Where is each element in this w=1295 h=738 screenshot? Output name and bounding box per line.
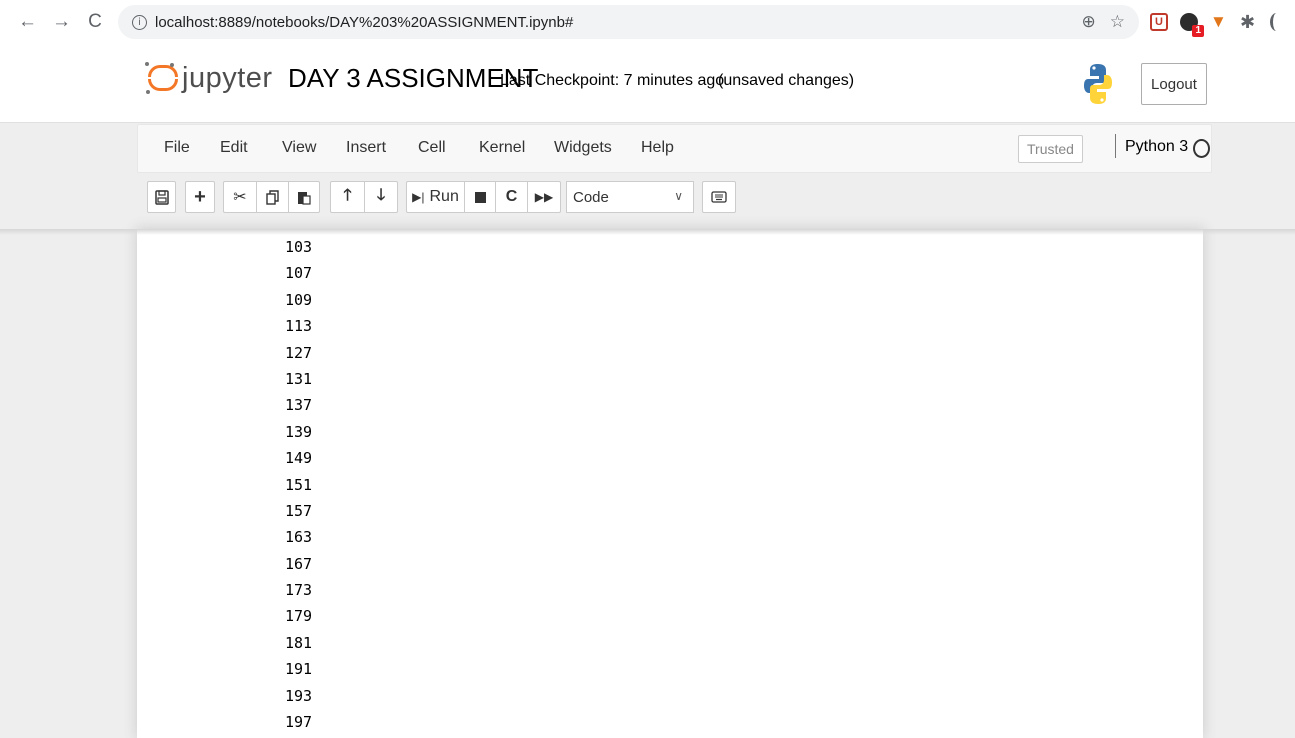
copy-cells-button[interactable]	[256, 181, 289, 213]
extensions-puzzle-icon[interactable]: ✱	[1240, 13, 1258, 31]
output-line: 167	[285, 554, 313, 573]
output-line: 113	[285, 317, 313, 336]
move-down-button[interactable]: 🡓	[364, 181, 398, 213]
cell-type-select[interactable]: Code ∨	[566, 181, 694, 213]
save-icon	[154, 189, 169, 205]
menu-view[interactable]: View	[282, 139, 316, 157]
output-line: 127	[285, 343, 313, 362]
site-info-icon[interactable]: i	[132, 14, 147, 30]
cut-cells-button[interactable]: ✂	[223, 181, 257, 213]
jupyter-logo-icon	[145, 62, 178, 94]
notebook-toolbar: + ✂ 🡑 🡓 ▶| Run C ▶▶ Code ∨	[0, 181, 1295, 217]
extension-badge: 1	[1192, 25, 1204, 37]
reload-icon[interactable]: C	[86, 11, 104, 33]
restart-icon: C	[505, 188, 518, 205]
run-label: Run	[429, 188, 459, 205]
cell-output: 103 107 109 113 127 131 137 139 149 151 157 163 167 1…	[285, 234, 312, 735]
paste-cells-button[interactable]	[288, 181, 320, 213]
output-line: 173	[285, 581, 313, 600]
chevron-down-icon: ∨	[674, 189, 683, 203]
menu-edit[interactable]: Edit	[220, 139, 248, 157]
shield-extension-icon[interactable]: U	[1150, 13, 1168, 31]
output-line: 137	[285, 396, 313, 415]
logout-button[interactable]: Logout	[1141, 63, 1207, 105]
url-text[interactable]: localhost:8889/notebooks/DAY%203%20ASSIG…	[155, 14, 573, 31]
output-line: 103	[285, 238, 313, 256]
python-logo-icon	[1084, 64, 1112, 104]
kernel-divider	[1115, 134, 1116, 158]
autosave-status: (unsaved changes)	[718, 72, 855, 89]
extension-globe-icon[interactable]: 1	[1180, 13, 1204, 37]
profile-avatar-icon[interactable]	[1270, 13, 1283, 31]
menubar: File Edit View Insert Cell Kernel Widget…	[137, 124, 1212, 173]
copy-icon	[265, 189, 279, 205]
cell-type-value: Code	[573, 188, 609, 206]
paste-icon	[298, 191, 311, 205]
menu-cell[interactable]: Cell	[418, 139, 446, 157]
run-button[interactable]: ▶| Run	[406, 181, 465, 213]
output-line: 109	[285, 290, 313, 309]
output-line: 139	[285, 422, 313, 441]
output-line: 179	[285, 607, 313, 626]
output-line: 131	[285, 369, 313, 388]
forward-arrow-icon[interactable]: →	[52, 11, 71, 33]
arrow-up-icon: 🡑	[343, 186, 352, 204]
menu-insert[interactable]: Insert	[346, 139, 386, 157]
fast-forward-icon: ▶▶	[534, 190, 554, 204]
output-line: 193	[285, 686, 313, 705]
save-button[interactable]	[147, 181, 176, 213]
output-line: 151	[285, 475, 313, 494]
output-line: 157	[285, 501, 313, 520]
jupyter-logo-text: jupyter	[182, 61, 273, 94]
output-line: 149	[285, 449, 313, 468]
checkpoint-status: Last Checkpoint: 7 minutes ago	[500, 72, 725, 89]
menu-help[interactable]: Help	[641, 139, 674, 157]
output-line: 107	[285, 264, 313, 283]
menu-kernel[interactable]: Kernel	[479, 139, 525, 157]
output-line: 181	[285, 633, 313, 652]
arrow-down-icon: 🡓	[376, 186, 386, 204]
insert-cell-button[interactable]: +	[185, 181, 215, 213]
fox-extension-icon[interactable]: ▼	[1210, 13, 1228, 31]
zoom-icon[interactable]: ⊕	[1082, 12, 1096, 32]
command-palette-button[interactable]	[702, 181, 736, 213]
address-bar[interactable]: i localhost:8889/notebooks/DAY%203%20ASS…	[118, 5, 1139, 39]
restart-run-all-button[interactable]: ▶▶	[527, 181, 561, 213]
menu-file[interactable]: File	[164, 139, 190, 157]
move-up-button[interactable]: 🡑	[330, 181, 365, 213]
header-shadow	[0, 229, 1295, 235]
step-forward-icon: ▶|	[412, 190, 425, 204]
jupyter-logo[interactable]: jupyter	[145, 53, 278, 103]
back-arrow-icon[interactable]: ←	[18, 11, 37, 33]
trusted-indicator[interactable]: Trusted	[1018, 135, 1083, 163]
output-line: 197	[285, 713, 313, 732]
restart-kernel-button[interactable]: C	[495, 181, 528, 213]
browser-toolbar: ← → C i localhost:8889/notebooks/DAY%203…	[0, 0, 1295, 44]
kernel-idle-icon	[1193, 139, 1210, 158]
notebook-container: 103 107 109 113 127 131 137 139 149 151 157 163 167 1…	[137, 229, 1203, 738]
stop-icon	[474, 191, 486, 203]
bookmark-star-icon[interactable]: ☆	[1110, 12, 1125, 32]
jupyter-header: jupyter DAY 3 ASSIGNMENT Last Checkpoint…	[0, 44, 1295, 123]
kernel-name[interactable]: Python 3	[1125, 138, 1188, 156]
menu-widgets[interactable]: Widgets	[554, 139, 612, 157]
output-line: 163	[285, 528, 313, 547]
interrupt-kernel-button[interactable]	[464, 181, 496, 213]
scissors-icon: ✂	[233, 189, 247, 206]
plus-icon: +	[194, 185, 206, 208]
keyboard-icon	[711, 191, 727, 203]
output-line: 191	[285, 660, 313, 679]
